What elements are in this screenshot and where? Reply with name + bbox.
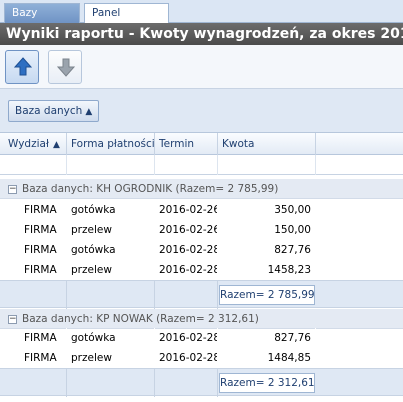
cell-forma: przelew	[67, 348, 155, 368]
tab-bazy-danych[interactable]: Bazy danych	[4, 3, 80, 37]
cell-termin: 2016-02-28	[155, 240, 218, 260]
table-row[interactable]: FIRMA przelew 2016-02-28 1458,23	[0, 260, 403, 280]
filter-cell-kwota[interactable]	[218, 155, 316, 175]
results-grid: − Baza danych: KH OGRODNIK (Razem= 2 785,…	[0, 175, 403, 402]
filter-cell-wydzial[interactable]	[20, 155, 67, 175]
column-header-termin[interactable]: Termin	[155, 133, 218, 155]
cell-termin: 2016-02-28	[155, 260, 218, 280]
cell-forma: przelew	[67, 220, 155, 240]
group-summary-row: Razem= 2 312,61	[0, 368, 403, 397]
filter-cell-forma[interactable]	[67, 155, 155, 175]
cell-termin: 2016-02-28	[155, 328, 218, 348]
group-total: Razem= 2 785,99	[219, 285, 315, 305]
filter-row	[0, 155, 403, 175]
arrow-up-icon	[13, 57, 33, 76]
report-title: Wyniki raportu - Kwoty wynagrodzeń, za o…	[0, 23, 403, 45]
collapse-button[interactable]	[48, 50, 82, 84]
sort-asc-icon: ▲	[52, 140, 60, 150]
table-row[interactable]: FIRMA gotówka 2016-02-28 827,76	[0, 328, 403, 348]
cell-kwota: 827,76	[218, 328, 316, 348]
table-row[interactable]: FIRMA gotówka 2016-02-28 827,76	[0, 240, 403, 260]
cell-termin: 2016-02-26	[155, 200, 218, 220]
group-label: Baza danych: KH OGRODNIK (Razem= 2 785,9…	[22, 183, 279, 195]
cell-wydzial: FIRMA	[20, 220, 67, 240]
cell-forma: gotówka	[67, 240, 155, 260]
collapse-group-icon[interactable]: −	[8, 184, 17, 194]
group-label: Baza danych: KP NOWAK (Razem= 2 312,61)	[22, 313, 259, 325]
column-header-row: Wydział ▲ Forma płatności Termin Kwota	[0, 133, 403, 155]
group-by-panel: Baza danych ▲	[0, 89, 403, 133]
tab-panel-wynikow[interactable]: Panel wyników	[84, 3, 169, 37]
group-total: Razem= 2 312,61	[219, 373, 315, 393]
cell-termin: 2016-02-28	[155, 348, 218, 368]
cell-wydzial: FIRMA	[20, 200, 67, 220]
cell-kwota: 350,00	[218, 200, 316, 220]
column-header-kwota[interactable]: Kwota	[218, 133, 316, 155]
table-row[interactable]: FIRMA przelew 2016-02-28 1484,85	[0, 348, 403, 368]
toolbar	[0, 45, 403, 89]
cell-kwota: 1458,23	[218, 260, 316, 280]
cell-wydzial: FIRMA	[20, 328, 67, 348]
table-row[interactable]: FIRMA gotówka 2016-02-26 350,00	[0, 200, 403, 220]
column-header-forma-platnosci[interactable]: Forma płatności	[67, 133, 155, 155]
cell-wydzial: FIRMA	[20, 240, 67, 260]
arrow-down-icon	[56, 58, 76, 77]
column-header-wydzial[interactable]: Wydział ▲	[4, 133, 67, 155]
cell-wydzial: FIRMA	[20, 260, 67, 280]
group-row[interactable]: − Baza danych: KP NOWAK (Razem= 2 312,61)	[0, 309, 403, 329]
cell-forma: gotówka	[67, 328, 155, 348]
summary-cell	[155, 369, 218, 397]
summary-cell	[155, 281, 218, 309]
sort-asc-icon: ▲	[85, 107, 93, 117]
cell-forma: przelew	[67, 260, 155, 280]
summary-cell	[67, 369, 155, 397]
summary-cell	[20, 281, 67, 309]
cell-wydzial: FIRMA	[20, 348, 67, 368]
group-by-chip[interactable]: Baza danych ▲	[8, 100, 100, 122]
group-by-chip-label: Baza danych	[15, 105, 83, 117]
collapse-group-icon[interactable]: −	[8, 314, 17, 324]
summary-cell	[67, 281, 155, 309]
cell-kwota: 1484,85	[218, 348, 316, 368]
cell-kwota: 150,00	[218, 220, 316, 240]
expand-button[interactable]	[5, 50, 39, 84]
cell-termin: 2016-02-26	[155, 220, 218, 240]
group-row[interactable]: − Baza danych: KH OGRODNIK (Razem= 2 785,…	[0, 179, 403, 199]
cell-kwota: 827,76	[218, 240, 316, 260]
group-summary-row: Razem= 2 785,99	[0, 280, 403, 309]
summary-cell	[20, 369, 67, 397]
filter-cell-termin[interactable]	[155, 155, 218, 175]
tab-bar: Bazy danych Panel wyników	[0, 0, 403, 37]
table-row[interactable]: FIRMA przelew 2016-02-26 150,00	[0, 220, 403, 240]
cell-forma: gotówka	[67, 200, 155, 220]
